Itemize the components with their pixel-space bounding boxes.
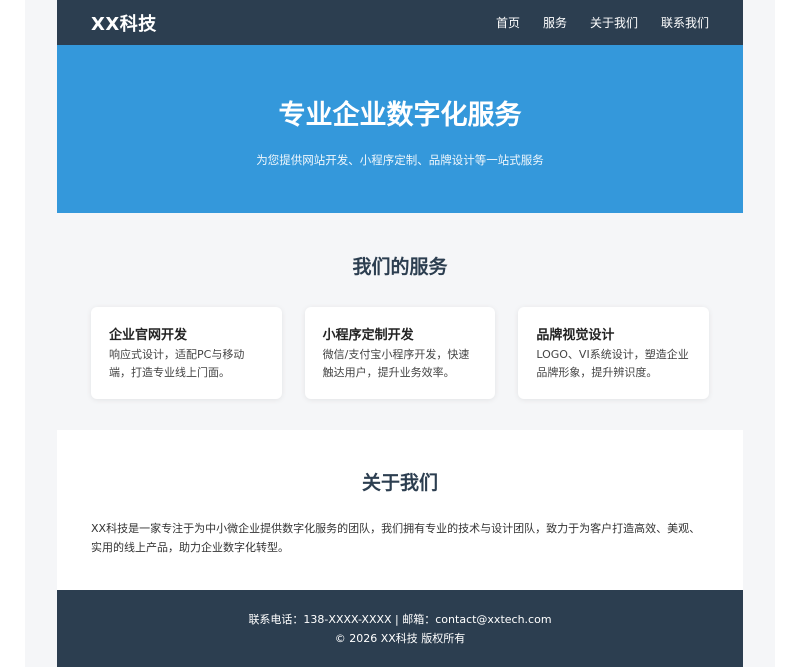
hero-banner: 专业企业数字化服务 为您提供网站开发、小程序定制、品牌设计等一站式服务 bbox=[57, 45, 743, 213]
about-title: 关于我们 bbox=[361, 472, 438, 494]
services-section: 我们的服务 企业官网开发 响应式设计，适配PC与移动端，打造专业线上门面。 小程… bbox=[57, 213, 743, 430]
nav-item-services[interactable]: 服务 bbox=[543, 14, 567, 31]
service-card-desc: 微信/支付宝小程序开发，快速触达用户，提升业务效率。 bbox=[322, 348, 470, 379]
main-nav: 首页 服务 关于我们 联系我们 bbox=[496, 14, 709, 31]
page-container: XX科技 首页 服务 关于我们 联系我们 专业企业数字化服务 为您提供网站开发、… bbox=[57, 0, 743, 667]
service-card-desc: 响应式设计，适配PC与移动端，打造专业线上门面。 bbox=[109, 348, 245, 379]
nav-item-about[interactable]: 关于我们 bbox=[590, 14, 638, 31]
service-card-website[interactable]: 企业官网开发 响应式设计，适配PC与移动端，打造专业线上门面。 bbox=[91, 307, 282, 399]
site-footer: 联系电话：138-XXXX-XXXX | 邮箱：contact@xxtech.c… bbox=[57, 590, 743, 667]
service-card-miniprogram[interactable]: 小程序定制开发 微信/支付宝小程序开发，快速触达用户，提升业务效率。 bbox=[304, 307, 496, 399]
site-header: XX科技 首页 服务 关于我们 联系我们 bbox=[57, 0, 743, 45]
service-card-desc: LOGO、VI系统设计，塑造企业品牌形象，提升辨识度。 bbox=[536, 348, 689, 379]
nav-item-contact[interactable]: 联系我们 bbox=[661, 14, 709, 31]
hero-title: 专业企业数字化服务 bbox=[278, 99, 522, 131]
service-card-title: 企业官网开发 bbox=[109, 328, 188, 343]
about-section: 关于我们 XX科技是一家专注于为中小微企业提供数字化服务的团队，我们拥有专业的技… bbox=[57, 430, 743, 590]
footer-copyright: © 2026 XX科技 版权所有 bbox=[334, 631, 466, 645]
site-logo[interactable]: XX科技 bbox=[91, 10, 157, 36]
services-title: 我们的服务 bbox=[352, 256, 448, 278]
about-text: XX科技是一家专注于为中小微企业提供数字化服务的团队，我们拥有专业的技术与设计团… bbox=[91, 522, 701, 554]
service-card-title: 品牌视觉设计 bbox=[536, 328, 615, 343]
service-card-branding[interactable]: 品牌视觉设计 LOGO、VI系统设计，塑造企业品牌形象，提升辨识度。 bbox=[518, 307, 710, 399]
nav-item-home[interactable]: 首页 bbox=[496, 14, 520, 31]
service-cards: 企业官网开发 响应式设计，适配PC与移动端，打造专业线上门面。 小程序定制开发 … bbox=[57, 307, 743, 399]
hero-subtitle: 为您提供网站开发、小程序定制、品牌设计等一站式服务 bbox=[256, 152, 544, 167]
service-card-title: 小程序定制开发 bbox=[322, 328, 414, 343]
footer-contact: 联系电话：138-XXXX-XXXX | 邮箱：contact@xxtech.c… bbox=[248, 612, 552, 626]
